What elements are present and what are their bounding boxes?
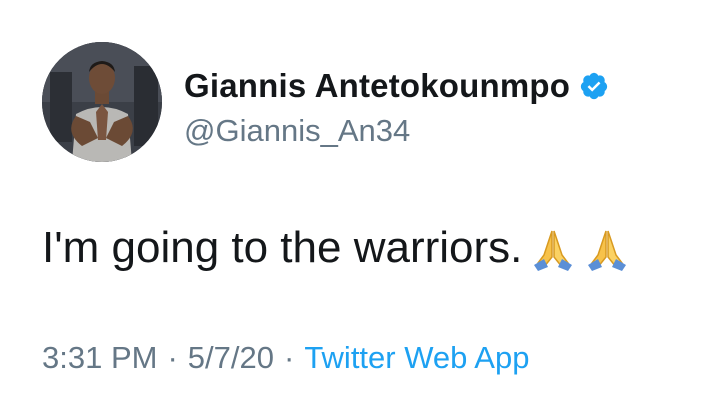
verified-badge-icon [579,71,609,101]
avatar[interactable] [42,42,162,162]
tweet-meta: 3:31 PM · 5/7/20 · Twitter Web App [42,340,529,376]
tweet-date[interactable]: 5/7/20 [188,340,274,376]
tweet-time[interactable]: 3:31 PM [42,340,157,376]
tweet-text: I'm going to the warriors. [42,223,523,272]
user-handle[interactable]: @Giannis_An34 [184,113,410,149]
profile-photo-icon [42,42,162,162]
meta-separator: · [167,340,178,375]
name-row: Giannis Antetokounmpo [184,66,609,106]
display-name[interactable]: Giannis Antetokounmpo [184,67,570,105]
meta-separator: · [283,340,295,375]
tweet-source-link[interactable]: Twitter Web App [304,340,529,376]
folded-hands-emoji-icon [530,225,576,271]
tweet-body: I'm going to the warriors. [42,222,630,274]
folded-hands-emoji-icon [584,225,630,271]
tweet-card: Giannis Antetokounmpo @Giannis_An34 I'm … [0,0,713,410]
